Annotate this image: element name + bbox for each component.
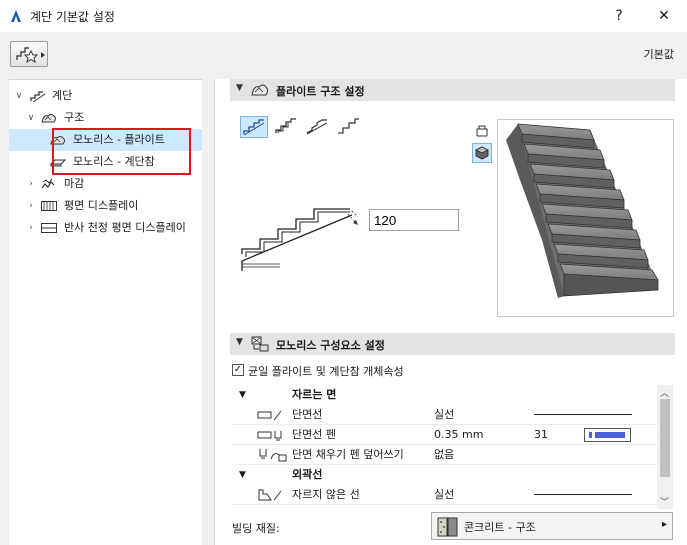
title-bar: 계단 기본값 설정 ? ✕ bbox=[0, 0, 687, 32]
stepped-stair-type-button[interactable] bbox=[273, 116, 301, 138]
row-value: 없음 bbox=[434, 448, 455, 461]
window-title: 계단 기본값 설정 bbox=[30, 10, 115, 24]
help-button[interactable]: ? bbox=[596, 0, 642, 32]
pen-number: 31 bbox=[534, 428, 548, 441]
chevron-right-icon[interactable]: › bbox=[26, 195, 36, 217]
tree-item-label: 마감 bbox=[64, 177, 85, 190]
group-label: 외곽선 bbox=[292, 468, 323, 481]
3d-preview bbox=[497, 119, 674, 317]
grid-scrollbar[interactable]: ︿ ﹀ bbox=[657, 385, 673, 509]
chevron-right-icon: ▸ bbox=[661, 519, 667, 530]
fill-pen-override-icon bbox=[259, 449, 287, 462]
uniform-checkbox-label: 균일 플라이트 및 계단참 개체속성 bbox=[248, 365, 404, 378]
row-value: 실선 bbox=[434, 488, 455, 501]
collapse-arrow-icon[interactable]: ▼ bbox=[239, 465, 246, 485]
floor-plan-view-icon[interactable] bbox=[474, 123, 490, 139]
ceiling-plan-icon bbox=[41, 223, 57, 233]
flight-section-diagram bbox=[241, 208, 359, 271]
row-label: 단면선 펜 bbox=[292, 428, 336, 441]
straight-stair-icon bbox=[243, 119, 265, 136]
collapse-arrow-icon[interactable]: ▼ bbox=[236, 83, 243, 93]
building-material-select[interactable]: 콘크리트 - 구조 ▸ bbox=[431, 512, 673, 540]
open-stair-icon bbox=[338, 118, 359, 134]
section-title: 플라이트 구조 설정 bbox=[276, 85, 365, 98]
sawtooth-stair-icon bbox=[306, 119, 328, 135]
chevron-down-icon[interactable]: ∨ bbox=[26, 107, 36, 129]
collapse-arrow-icon[interactable]: ▼ bbox=[239, 385, 246, 405]
table-row[interactable]: 단면선 실선 bbox=[232, 405, 659, 425]
collapse-arrow-icon[interactable]: ▼ bbox=[236, 337, 243, 347]
cut-line-pen-icon bbox=[257, 431, 282, 441]
settings-tree: ∨ 계단 ∨ 구조 모노리스 - 플라이트 모노리스 - 계단참 › 마감 › … bbox=[9, 79, 202, 545]
settings-grid: ▼ 자르는 면 단면선 실선 단면선 펜 0.35 mm 31 단면 채우기 펜… bbox=[232, 385, 659, 509]
flight-icon bbox=[251, 84, 268, 96]
structure-icon bbox=[41, 114, 56, 123]
tree-item-floor-plan-display[interactable]: › 평면 디스플레이 bbox=[9, 195, 202, 217]
stair-icon bbox=[30, 91, 46, 103]
uniform-checkbox[interactable]: ✓ bbox=[232, 364, 244, 376]
cube-icon bbox=[475, 146, 489, 160]
close-button[interactable]: ✕ bbox=[641, 0, 687, 32]
uncut-line-icon bbox=[258, 489, 282, 501]
row-value: 실선 bbox=[434, 408, 455, 421]
row-value: 0.35 mm bbox=[434, 428, 484, 441]
3d-view-button[interactable] bbox=[472, 143, 492, 163]
chevron-down-icon[interactable]: ∨ bbox=[14, 85, 24, 107]
tree-item-label: 계단 bbox=[52, 89, 73, 102]
favorites-button[interactable] bbox=[10, 41, 48, 67]
building-material-label: 빌딩 재질: bbox=[232, 522, 280, 535]
favorites-stair-icon bbox=[16, 47, 45, 64]
tree-item-stair[interactable]: ∨ 계단 bbox=[9, 85, 202, 107]
stair-3d-render bbox=[506, 123, 659, 298]
defaults-label: 기본값 bbox=[643, 48, 674, 61]
table-row[interactable]: 단면선 펜 0.35 mm 31 bbox=[232, 425, 659, 445]
settings-panel: ▼ 플라이트 구조 설정 120 ▼ 모노리스 구성요소 설정 ✓ 균일 플라이… bbox=[214, 79, 687, 545]
open-stair-type-button[interactable] bbox=[335, 116, 363, 138]
chevron-right-icon[interactable]: › bbox=[26, 173, 36, 195]
row-label: 자르지 않은 선 bbox=[292, 488, 360, 501]
scroll-up-icon[interactable]: ︿ bbox=[660, 386, 669, 399]
components-icon bbox=[251, 336, 269, 352]
concrete-material-icon bbox=[437, 517, 458, 537]
material-value: 콘크리트 - 구조 bbox=[464, 521, 536, 534]
group-label: 자르는 면 bbox=[292, 388, 337, 401]
archicad-logo-icon bbox=[11, 10, 21, 22]
table-row[interactable]: 단면 채우기 펜 덮어쓰기 없음 bbox=[232, 445, 659, 465]
line-type-preview bbox=[534, 494, 632, 495]
thickness-input[interactable] bbox=[369, 209, 459, 231]
table-row bbox=[232, 505, 659, 509]
section-title: 모노리스 구성요소 설정 bbox=[276, 339, 385, 352]
highlight-box bbox=[52, 128, 191, 175]
floor-plan-icon bbox=[41, 201, 57, 211]
tree-item-finish[interactable]: › 마감 bbox=[9, 173, 202, 195]
tree-item-label: 구조 bbox=[64, 111, 85, 124]
row-label: 단면선 bbox=[292, 408, 323, 421]
chevron-right-icon[interactable]: › bbox=[26, 217, 36, 239]
grid-group-cut-surfaces[interactable]: ▼ 자르는 면 bbox=[232, 385, 659, 405]
stepped-stair-icon bbox=[275, 118, 296, 133]
pen-swatch[interactable] bbox=[584, 428, 631, 442]
tree-item-rcp-display[interactable]: › 반사 천정 평면 디스플레이 bbox=[9, 217, 202, 239]
sawtooth-stair-type-button[interactable] bbox=[304, 116, 332, 138]
flight-section-header[interactable]: ▼ 플라이트 구조 설정 bbox=[230, 79, 675, 101]
tree-item-label: 평면 디스플레이 bbox=[64, 199, 139, 212]
tree-item-structure[interactable]: ∨ 구조 bbox=[9, 107, 202, 129]
scrollbar-thumb[interactable] bbox=[660, 399, 670, 477]
table-row[interactable]: 자르지 않은 선 실선 bbox=[232, 485, 659, 505]
cut-line-icon bbox=[257, 410, 282, 421]
scroll-down-icon[interactable]: ﹀ bbox=[660, 495, 669, 508]
row-label: 단면 채우기 펜 덮어쓰기 bbox=[292, 448, 404, 461]
tree-item-label: 반사 천정 평면 디스플레이 bbox=[64, 221, 186, 234]
grid-group-outlines[interactable]: ▼ 외곽선 bbox=[232, 465, 659, 485]
line-type-preview bbox=[534, 414, 632, 415]
components-section-header[interactable]: ▼ 모노리스 구성요소 설정 bbox=[230, 333, 675, 355]
straight-stair-type-button[interactable] bbox=[240, 116, 268, 138]
finish-icon bbox=[41, 178, 55, 189]
